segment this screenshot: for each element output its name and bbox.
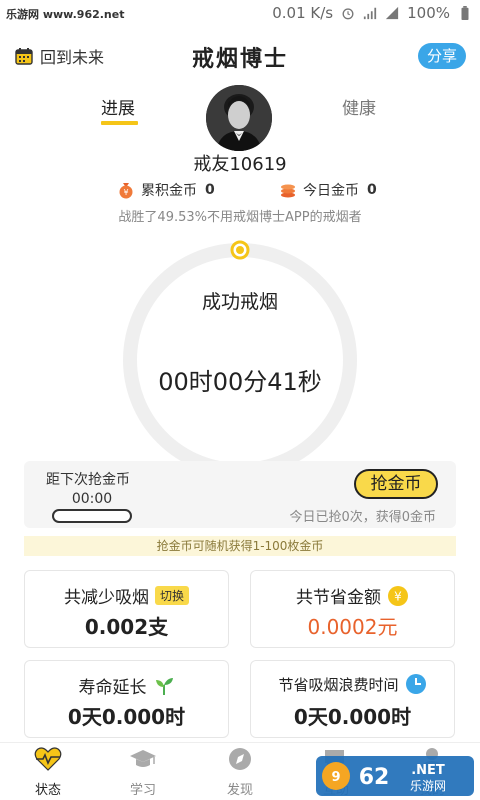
nav-label: 发现 bbox=[226, 783, 253, 798]
signal-icon bbox=[363, 7, 377, 20]
watermark-text: 乐游网 www.962.net bbox=[6, 8, 125, 21]
total-coins-label: 累积金币 bbox=[141, 183, 197, 199]
stat-title: 寿命延长 bbox=[78, 678, 147, 698]
stat-value: 0天0.000时 bbox=[67, 705, 186, 729]
avatar[interactable] bbox=[206, 85, 272, 151]
sprout-icon bbox=[155, 677, 173, 695]
yuan-coin-icon: ¥ bbox=[388, 585, 408, 606]
today-coins-value: 0 bbox=[367, 182, 377, 198]
stat-life-extended: 寿命延长 0天0.000时 bbox=[24, 660, 229, 738]
user-nickname: 戒友10619 bbox=[193, 154, 287, 175]
stat-money-saved: 共节省金额 ¥ 0.0002元 bbox=[250, 570, 455, 648]
battery-icon bbox=[461, 6, 469, 20]
stat-value: 0.0002元 bbox=[307, 615, 398, 639]
graduation-cap-icon bbox=[130, 750, 156, 767]
next-grab-label: 距下次抢金币 bbox=[46, 472, 130, 488]
grab-status: 今日已抢0次，获得0金币 bbox=[289, 510, 436, 525]
stat-title: 节省吸烟浪费时间 bbox=[278, 675, 399, 694]
stat-value: 0.002支 bbox=[84, 615, 169, 639]
nav-discover[interactable]: 发现 bbox=[210, 743, 270, 800]
tab-progress[interactable]: 进展 bbox=[101, 94, 135, 119]
total-coins-value: 0 bbox=[205, 182, 215, 198]
nav-label: 学习 bbox=[129, 783, 156, 798]
grab-countdown-bar bbox=[52, 509, 132, 523]
status-bar: 乐游网 www.962.net 0.01 K/s 100% bbox=[0, 0, 480, 28]
nav-label: 状态 bbox=[34, 783, 61, 798]
svg-text:.NET: .NET bbox=[411, 763, 445, 778]
heartbeat-icon bbox=[34, 747, 62, 771]
stat-cigarettes-reduced: 共减少吸烟 切换 0.002支 bbox=[24, 570, 229, 648]
signal-icon-2 bbox=[385, 6, 399, 20]
stat-value: 0天0.000时 bbox=[293, 705, 412, 729]
total-coins: ¥ 累积金币 0 bbox=[117, 180, 215, 200]
today-coins: 今日金币 0 bbox=[279, 180, 377, 200]
nav-status[interactable]: 状态 bbox=[18, 743, 78, 800]
grab-coins-button[interactable]: 抢金币 bbox=[354, 469, 438, 499]
switch-button[interactable]: 切换 bbox=[154, 586, 189, 605]
elapsed-time: 00时00分41秒 bbox=[158, 368, 322, 396]
svg-text:9: 9 bbox=[331, 770, 340, 785]
clock-icon bbox=[405, 674, 426, 694]
nav-learn[interactable]: 学习 bbox=[113, 743, 173, 800]
app-header: 回到未来 戒烟博士 分享 bbox=[0, 28, 480, 84]
share-button[interactable]: 分享 bbox=[418, 43, 466, 69]
network-speed: 0.01 K/s bbox=[272, 4, 334, 22]
stat-title: 共节省金额 bbox=[296, 588, 381, 608]
tab-health[interactable]: 健康 bbox=[342, 94, 376, 119]
svg-text:¥: ¥ bbox=[394, 589, 402, 603]
compass-icon bbox=[229, 748, 251, 770]
stat-title: 共减少吸烟 bbox=[63, 588, 149, 608]
ranking-text: 战胜了49.53%不用戒烟博士APP的戒烟者 bbox=[118, 210, 362, 225]
timer-title: 成功戒烟 bbox=[201, 291, 278, 313]
money-bag-icon: ¥ bbox=[119, 183, 133, 199]
grab-notice: 抢金币可随机获得1-100枚金币 bbox=[24, 536, 456, 556]
site-watermark-logo: 9 62 .NET 乐游网 bbox=[316, 756, 474, 796]
tab-active-indicator bbox=[101, 121, 138, 125]
svg-text:乐游网: 乐游网 bbox=[410, 779, 446, 793]
battery-level: 100% bbox=[407, 4, 450, 22]
grab-countdown: 00:00 bbox=[71, 491, 113, 507]
app-title: 戒烟博士 bbox=[191, 46, 288, 72]
svg-text:62: 62 bbox=[359, 765, 390, 790]
svg-text:¥: ¥ bbox=[123, 188, 128, 197]
coin-stack-icon bbox=[281, 184, 295, 198]
stat-time-saved: 节省吸烟浪费时间 0天0.000时 bbox=[250, 660, 455, 738]
today-coins-label: 今日金币 bbox=[303, 183, 359, 199]
grab-coins-card: 距下次抢金币 00:00 抢金币 今日已抢0次，获得0金币 bbox=[24, 461, 456, 528]
status-indicators: 0.01 K/s 100% bbox=[272, 4, 472, 22]
alarm-icon bbox=[342, 8, 354, 20]
avatar-portrait-icon bbox=[206, 85, 272, 151]
quit-progress-ring bbox=[123, 240, 357, 477]
